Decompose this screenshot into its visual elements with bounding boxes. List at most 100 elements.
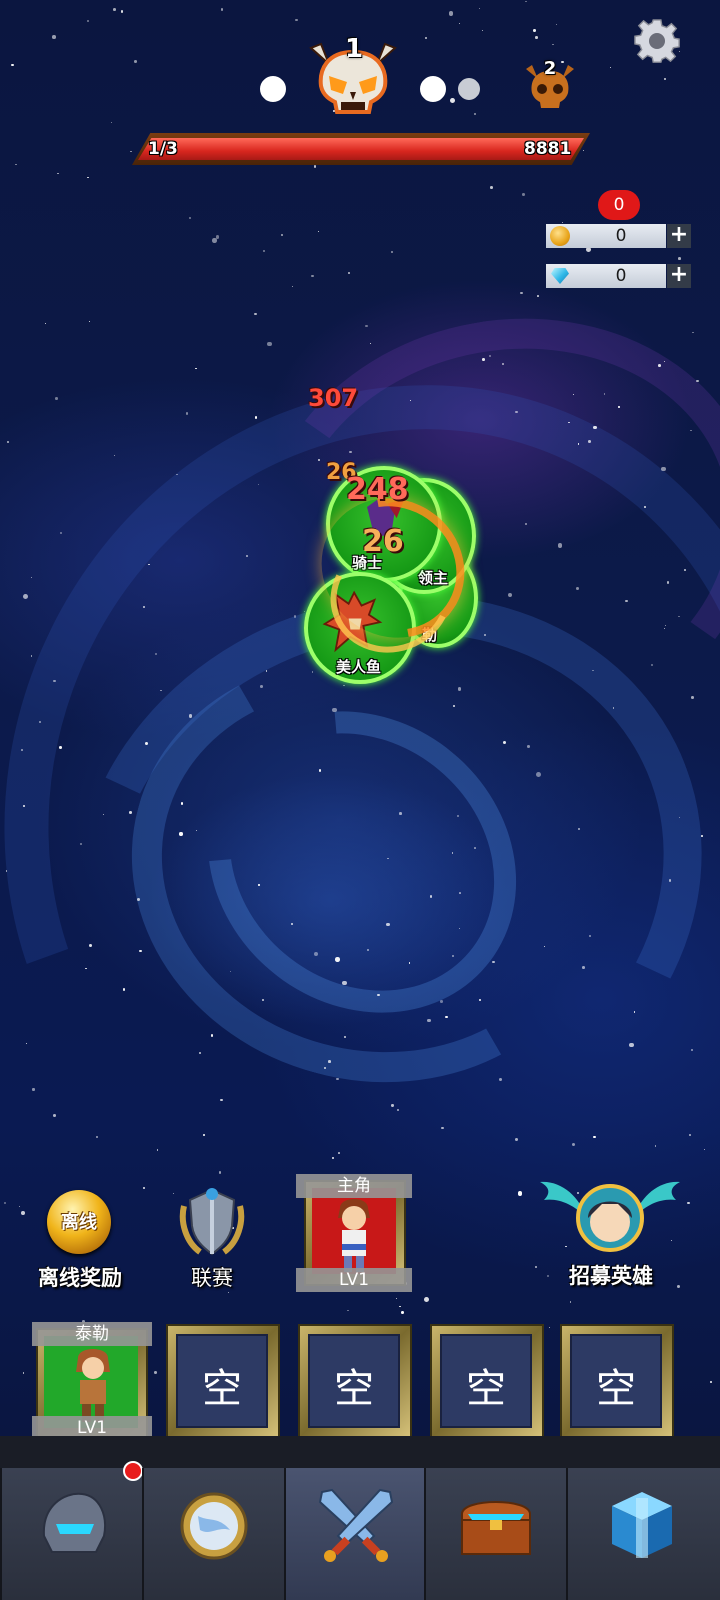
star bbox=[423, 1296, 429, 1302]
offline-orb-label: 离线 bbox=[61, 1212, 97, 1233]
nav-tab-battle[interactable] bbox=[284, 1468, 426, 1600]
star bbox=[424, 36, 427, 39]
star bbox=[612, 707, 614, 709]
star bbox=[258, 884, 260, 886]
damage-number: 307 bbox=[308, 384, 359, 412]
gem-counter: 0 + bbox=[546, 264, 691, 288]
star bbox=[254, 416, 258, 419]
star bbox=[220, 1098, 223, 1102]
star bbox=[295, 18, 298, 22]
star bbox=[291, 285, 293, 287]
star bbox=[650, 663, 653, 666]
star bbox=[52, 35, 56, 39]
crossed-swords-icon bbox=[318, 1488, 394, 1562]
star bbox=[522, 193, 525, 197]
star bbox=[110, 121, 113, 124]
star bbox=[313, 164, 317, 168]
star bbox=[20, 749, 23, 751]
star bbox=[660, 466, 666, 472]
recruit-emblem-icon bbox=[540, 1181, 680, 1252]
boss-wave-progress: 1/3 bbox=[148, 139, 178, 159]
league-label[interactable]: 联赛 bbox=[172, 1262, 252, 1292]
star bbox=[188, 216, 192, 220]
empty-slot[interactable]: 空 bbox=[558, 1322, 674, 1440]
star bbox=[317, 230, 320, 233]
star bbox=[427, 1018, 431, 1022]
star bbox=[587, 440, 591, 443]
treasure-chest-icon bbox=[461, 1501, 531, 1555]
nav-tab-gifts[interactable] bbox=[566, 1468, 720, 1600]
slot-taylor[interactable]: 泰勒 LV1 bbox=[32, 1322, 152, 1440]
star bbox=[21, 1211, 25, 1216]
hero-title: 主角 bbox=[296, 1174, 412, 1198]
offline-reward-label[interactable]: 离线奖励 bbox=[18, 1262, 142, 1292]
star bbox=[525, 0, 527, 3]
star bbox=[701, 834, 703, 837]
coin-value: 0 bbox=[615, 226, 627, 246]
empty-slot-label: 空 bbox=[596, 1366, 636, 1412]
league-shield-icon[interactable] bbox=[178, 1186, 246, 1258]
star bbox=[366, 949, 369, 951]
offline-reward-orb[interactable]: 离线 bbox=[47, 1190, 111, 1254]
star bbox=[537, 295, 539, 297]
star bbox=[130, 151, 132, 153]
star bbox=[655, 1145, 657, 1147]
empty-slot[interactable]: 空 bbox=[428, 1322, 544, 1440]
recruit-heroes-button[interactable] bbox=[540, 1178, 680, 1258]
star bbox=[87, 20, 90, 23]
mermaid-unit-label: 美人鱼 bbox=[336, 658, 382, 676]
star bbox=[185, 412, 189, 415]
star bbox=[459, 23, 461, 25]
star bbox=[22, 804, 25, 807]
hero-level: LV1 bbox=[296, 1268, 412, 1292]
star bbox=[260, 685, 263, 688]
nav-tab-heroes[interactable] bbox=[0, 1468, 144, 1600]
star bbox=[449, 97, 455, 103]
star bbox=[593, 425, 597, 430]
star bbox=[293, 615, 297, 618]
star bbox=[678, 257, 681, 261]
star bbox=[246, 555, 248, 557]
empty-slot-label: 空 bbox=[202, 1366, 242, 1412]
damage-number: 248 bbox=[346, 472, 409, 507]
star bbox=[687, 1201, 690, 1205]
settings-gear-icon[interactable] bbox=[634, 18, 680, 64]
nav-tab-skills[interactable] bbox=[142, 1468, 286, 1600]
star bbox=[618, 406, 620, 408]
main-hero-card[interactable]: 主角 LV1 bbox=[296, 1174, 412, 1292]
damage-number: 26 bbox=[362, 524, 404, 559]
star bbox=[644, 506, 646, 509]
add-gems-button[interactable]: + bbox=[667, 264, 691, 288]
star bbox=[691, 696, 694, 699]
star bbox=[445, 1016, 448, 1019]
star bbox=[482, 29, 484, 32]
star bbox=[552, 43, 554, 45]
add-coins-button[interactable]: + bbox=[667, 224, 691, 248]
star bbox=[142, 1186, 146, 1189]
star bbox=[262, 249, 266, 253]
star bbox=[3, 1201, 6, 1204]
nav-tab-treasure[interactable] bbox=[424, 1468, 568, 1600]
star bbox=[663, 78, 666, 81]
star bbox=[95, 1135, 99, 1138]
recruit-heroes-label[interactable]: 招募英雄 bbox=[556, 1260, 666, 1290]
star bbox=[453, 705, 455, 707]
empty-slot[interactable]: 空 bbox=[164, 1322, 280, 1440]
star bbox=[548, 1327, 550, 1329]
star bbox=[689, 1134, 691, 1137]
helmet-icon bbox=[42, 1492, 106, 1553]
star bbox=[88, 944, 92, 948]
star bbox=[535, 35, 538, 39]
star bbox=[507, 593, 512, 598]
star bbox=[257, 483, 259, 485]
star bbox=[457, 687, 462, 691]
star bbox=[11, 63, 14, 67]
empty-slot[interactable]: 空 bbox=[296, 1322, 412, 1440]
star bbox=[696, 379, 699, 383]
star bbox=[335, 957, 340, 962]
star bbox=[429, 895, 433, 898]
star bbox=[386, 923, 390, 927]
star bbox=[664, 627, 666, 629]
star bbox=[266, 341, 272, 347]
star bbox=[593, 1135, 596, 1139]
